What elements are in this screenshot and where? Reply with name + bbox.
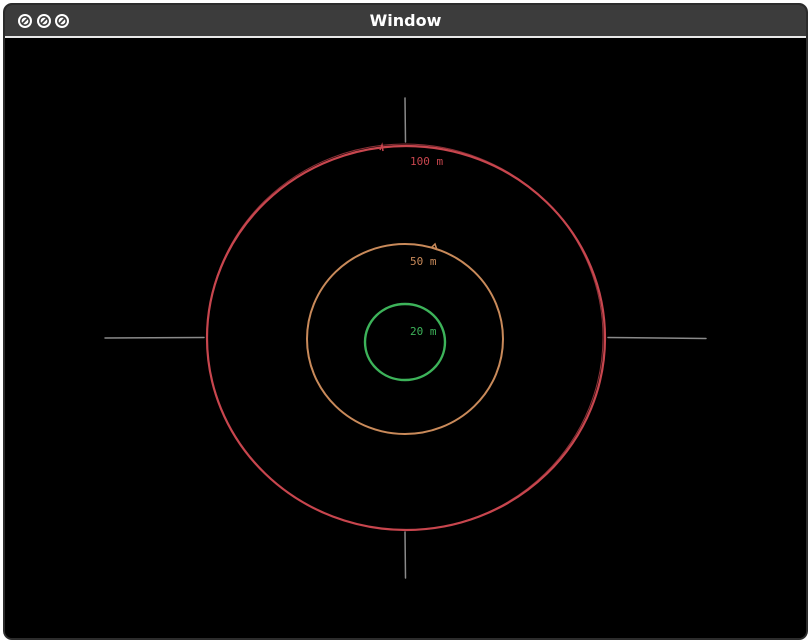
crosshair-tick-right — [607, 336, 707, 340]
ring-50-label: 50 m — [410, 255, 437, 268]
crosshair-tick-top — [404, 97, 407, 143]
app-window: Window 100 m 50 m 20 m — [3, 3, 808, 640]
title-bar[interactable]: Window — [5, 5, 806, 38]
ring-20-label: 20 m — [410, 325, 437, 338]
window-title: Window — [369, 11, 442, 30]
ring-100-label: 100 m — [410, 155, 443, 168]
crosshair-tick-bottom — [404, 531, 407, 579]
range-view: 100 m 50 m 20 m — [5, 38, 806, 638]
range-rings-canvas: 100 m 50 m 20 m — [5, 38, 806, 638]
crosshair-tick-left — [104, 336, 205, 339]
